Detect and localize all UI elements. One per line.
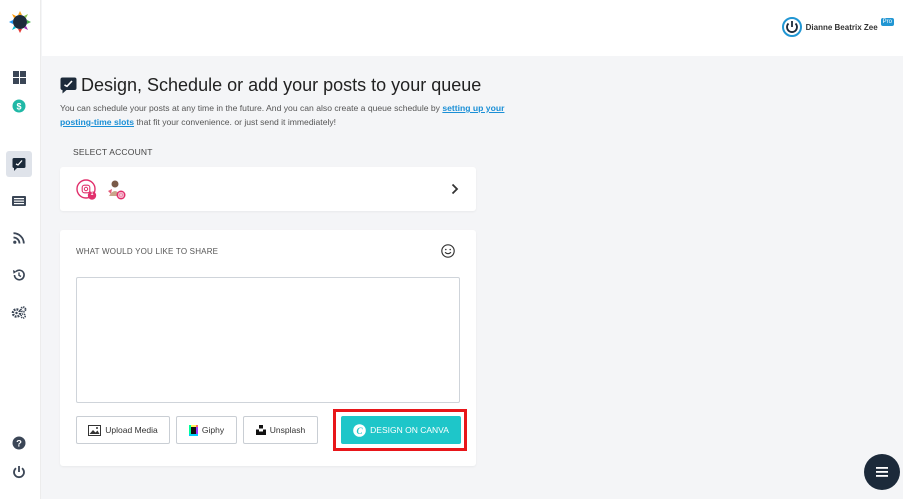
user-menu[interactable]: Dianne Beatrix Zee Pro xyxy=(781,17,894,37)
svg-text:?: ? xyxy=(16,439,22,450)
emoji-picker-icon[interactable] xyxy=(441,244,455,263)
unsplash-icon xyxy=(255,425,266,435)
canva-icon: C xyxy=(353,423,366,437)
instagram-profile-avatar[interactable] xyxy=(104,178,126,200)
sidebar: $ ? xyxy=(0,0,41,499)
post-content-input[interactable] xyxy=(76,277,460,403)
image-upload-icon xyxy=(88,424,102,436)
design-on-canva-button[interactable]: C DESIGN ON CANVA xyxy=(341,416,461,444)
pro-badge: Pro xyxy=(880,18,894,26)
help-icon[interactable]: ? xyxy=(6,430,32,456)
svg-text:$: $ xyxy=(16,102,21,112)
chevron-right-icon[interactable] xyxy=(450,182,460,200)
menu-fab-button[interactable] xyxy=(864,454,900,490)
giphy-button[interactable]: Giphy xyxy=(176,416,237,444)
rss-feed-icon[interactable] xyxy=(6,225,32,251)
upload-media-button[interactable]: Upload Media xyxy=(76,416,170,444)
top-bar: Dianne Beatrix Zee Pro xyxy=(42,0,903,56)
intro-text: You can schedule your posts at any time … xyxy=(60,103,505,127)
user-avatar-icon xyxy=(781,17,802,37)
billing-icon[interactable]: $ xyxy=(6,93,32,119)
history-icon[interactable] xyxy=(6,262,32,288)
dashboard-icon[interactable] xyxy=(6,64,32,90)
page-title-text: Design, Schedule or add your posts to yo… xyxy=(81,75,482,95)
compose-icon xyxy=(60,77,77,94)
user-name: Dianne Beatrix Zee xyxy=(805,22,878,32)
instagram-account-icon[interactable]: 1 xyxy=(76,179,97,200)
composer-card: WHAT WOULD YOU LIKE TO SHARE Upload Medi… xyxy=(60,230,476,466)
account-badge-count: 1 xyxy=(90,191,94,197)
app-logo-icon[interactable] xyxy=(7,9,33,35)
select-account-label: SELECT ACCOUNT xyxy=(73,147,153,157)
account-selector[interactable]: 1 xyxy=(60,167,476,211)
share-label: WHAT WOULD YOU LIKE TO SHARE xyxy=(76,247,219,256)
unsplash-button[interactable]: Unsplash xyxy=(243,416,318,444)
settings-gears-icon[interactable] xyxy=(6,299,32,325)
hamburger-menu-icon xyxy=(876,467,888,477)
compose-icon[interactable] xyxy=(6,151,32,177)
queue-list-icon[interactable] xyxy=(6,188,32,214)
page-title: Design, Schedule or add your posts to yo… xyxy=(60,75,481,96)
logout-power-icon[interactable] xyxy=(6,459,32,485)
svg-text:C: C xyxy=(357,425,364,435)
giphy-icon xyxy=(188,424,198,436)
